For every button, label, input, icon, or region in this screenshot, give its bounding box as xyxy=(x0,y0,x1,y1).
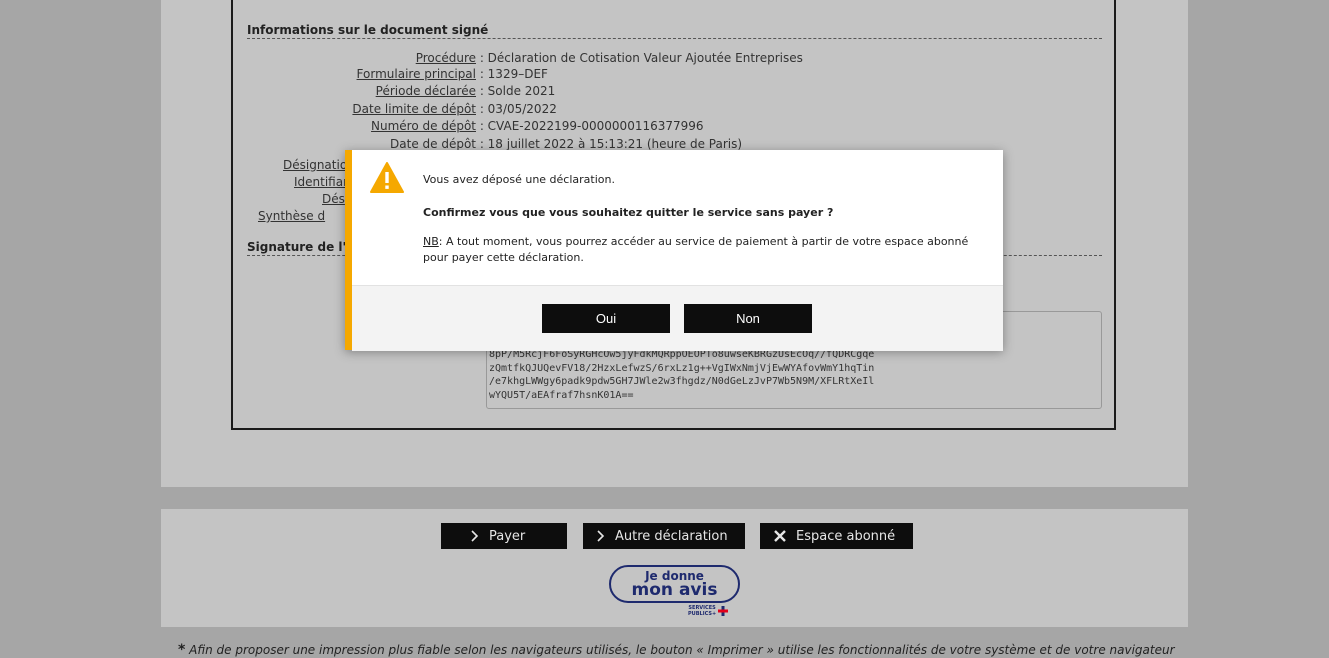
other-declaration-button[interactable]: Autre déclaration xyxy=(583,523,745,549)
plus-logo-icon xyxy=(718,606,729,616)
signature-line: /e7khgLWWgy6padk9pdw5GH7JWle2w3fhgdz/N0d… xyxy=(489,376,875,387)
info-label: Numéro de dépôt xyxy=(371,119,476,133)
note-text-continued: pour payer cette déclaration. xyxy=(423,251,584,264)
info-value: 1329–DEF xyxy=(487,67,548,81)
pay-button[interactable]: Payer xyxy=(441,523,567,549)
services-publics-logo: SERVICES PUBLICS+ xyxy=(688,605,729,617)
info-label: Date limite de dépôt xyxy=(352,102,476,116)
signature-line: zQmtfkQJUQevFV18/2HzxLefwzS/6rxLz1g++VgI… xyxy=(489,362,875,374)
other-declaration-label: Autre déclaration xyxy=(615,528,728,544)
dialog-note: NB: A tout moment, vous pourrez accéder … xyxy=(423,234,968,266)
info-value: 03/05/2022 xyxy=(487,102,557,116)
info-row-periode: Période déclarée : Solde 2021 xyxy=(233,83,556,99)
document-info-title: Informations sur le document signé xyxy=(247,23,1102,39)
dialog-question: Confirmez vous que vous souhaitez quitte… xyxy=(423,206,834,219)
info-row-numero: Numéro de dépôt : CVAE-2022199-000000011… xyxy=(233,118,704,134)
info-label-designation: Désignatio xyxy=(283,158,348,172)
footnote-text: Afin de proposer une impression plus fia… xyxy=(189,643,1175,657)
signature-line: wYQU5T/aEAfraf7hsnK01A== xyxy=(489,389,634,401)
feedback-line2: mon avis xyxy=(631,580,718,600)
info-row-date-limite: Date limite de dépôt : 03/05/2022 xyxy=(233,101,557,117)
dialog-accent-bar xyxy=(345,150,352,350)
info-label: Procédure xyxy=(415,51,476,65)
pay-label: Payer xyxy=(489,528,526,544)
yes-button[interactable]: Oui xyxy=(542,304,670,333)
note-text: : A tout moment, vous pourrez accéder au… xyxy=(438,235,969,248)
espace-abonne-button[interactable]: Espace abonné xyxy=(760,523,913,549)
confirm-dialog: Vous avez déposé une déclaration. Confir… xyxy=(345,150,1003,351)
info-label: Période déclarée xyxy=(375,84,476,98)
info-label-identifiant: Identifian xyxy=(294,175,351,189)
close-icon xyxy=(774,530,786,542)
feedback-button[interactable]: Je donne mon avis xyxy=(609,565,740,603)
info-label-synthese: Synthèse d xyxy=(258,209,326,223)
info-row-procedure: Procédure : Déclaration de Cotisation Va… xyxy=(233,50,803,66)
chevron-right-icon xyxy=(471,530,479,542)
warning-icon xyxy=(369,161,405,199)
note-label: NB xyxy=(423,235,439,248)
info-value: Solde 2021 xyxy=(487,84,556,98)
info-label: Formulaire principal xyxy=(356,67,476,81)
info-value: 18 juillet 2022 à 15:13:21 (heure de Par… xyxy=(487,137,743,151)
espace-abonne-label: Espace abonné xyxy=(796,528,896,544)
action-bar: Payer Autre déclaration Espace abonné xyxy=(0,523,1329,549)
info-label-des: Dés xyxy=(322,192,345,206)
dialog-footer xyxy=(352,285,1003,351)
dialog-message: Vous avez déposé une déclaration. xyxy=(423,173,615,186)
info-value: Déclaration de Cotisation Valeur Ajoutée… xyxy=(487,51,803,65)
footnote-star: * xyxy=(178,642,186,658)
no-button[interactable]: Non xyxy=(684,304,812,333)
info-value: CVAE-2022199-0000000116377996 xyxy=(487,119,704,133)
footnote: * Afin de proposer une impression plus f… xyxy=(178,642,1175,658)
info-row-formulaire: Formulaire principal : 1329–DEF xyxy=(233,66,548,82)
logo-line2: PUBLICS+ xyxy=(688,611,717,617)
chevron-right-icon xyxy=(597,530,605,542)
